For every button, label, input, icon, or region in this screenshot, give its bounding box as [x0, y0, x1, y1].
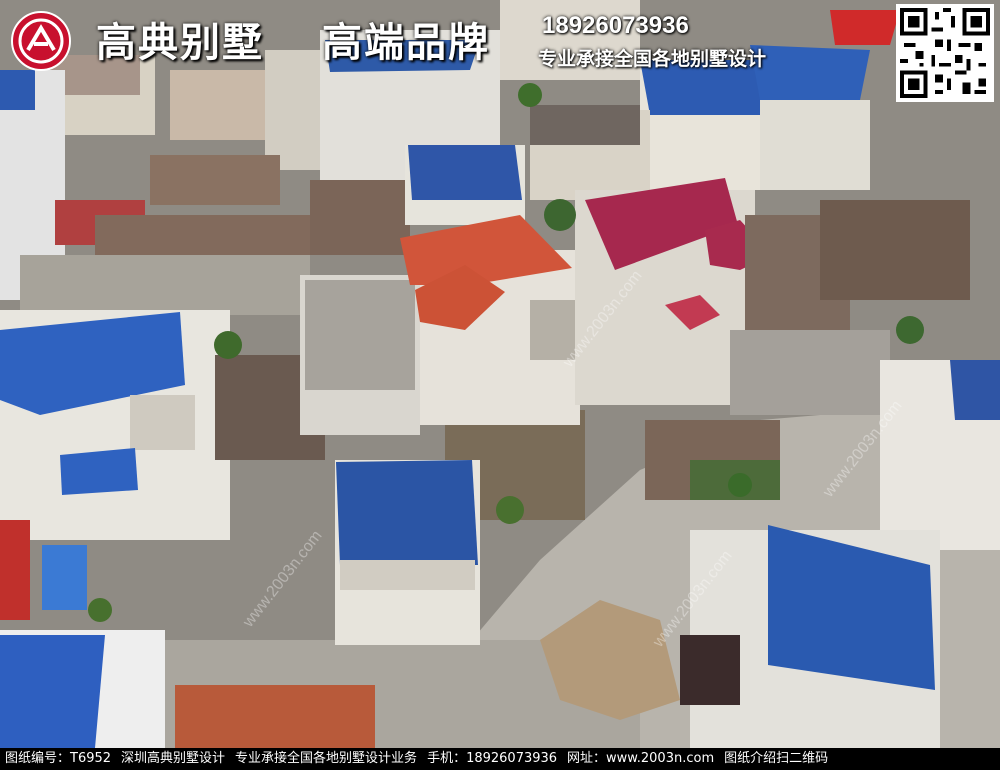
- footer-website: 网址：www.2003n.com: [567, 751, 715, 766]
- house: [95, 215, 310, 255]
- house: [760, 100, 870, 190]
- tree: [518, 83, 542, 107]
- tree: [496, 496, 524, 524]
- footer-company: 深圳高典别墅设计: [121, 751, 226, 766]
- blue-roof: [950, 360, 1000, 420]
- blue-roof: [0, 70, 35, 110]
- footer-drawing-number: 图纸编号：T6952: [5, 751, 112, 766]
- house: [20, 255, 310, 315]
- house: [0, 520, 30, 620]
- tree: [896, 316, 924, 344]
- blue-roof: [336, 460, 478, 565]
- blue-roof: [750, 45, 870, 100]
- brand-name: 高典别墅: [96, 19, 264, 66]
- blue-shed: [42, 545, 87, 610]
- footer-bar: 图纸编号：T6952 深圳高典别墅设计 专业承接全国各地别墅设计业务 手机：18…: [0, 748, 1000, 770]
- house: [820, 200, 970, 300]
- brick-pile: [175, 685, 375, 748]
- house: [310, 180, 410, 255]
- balcony: [130, 395, 195, 450]
- house: [730, 330, 890, 415]
- blue-roof: [0, 635, 105, 748]
- footer-qr-note: 图纸介绍扫二维码: [724, 751, 829, 766]
- header-tagline: 专业承接全国各地别墅设计: [538, 48, 767, 70]
- house: [305, 280, 415, 390]
- house-terrace: [340, 560, 475, 590]
- header-phone: 18926073936: [542, 12, 689, 39]
- tree: [728, 473, 752, 497]
- tree: [544, 199, 576, 231]
- house: [150, 155, 280, 205]
- aerial-village-photo: [0, 0, 1000, 748]
- tree: [214, 331, 242, 359]
- house-roof: [530, 105, 640, 145]
- footer-service: 专业承接全国各地别墅设计业务: [235, 751, 418, 766]
- brand-slogan: 高端品牌: [322, 19, 490, 66]
- house: [170, 70, 265, 140]
- qr-code-icon: [896, 4, 994, 102]
- blue-roof: [60, 448, 138, 495]
- footer-phone: 手机：18926073936: [427, 751, 558, 766]
- gaodian-logo-icon: [11, 11, 71, 71]
- red-roof: [830, 10, 900, 45]
- blue-roof: [408, 145, 522, 200]
- tree: [88, 598, 112, 622]
- dark-roof: [680, 635, 740, 705]
